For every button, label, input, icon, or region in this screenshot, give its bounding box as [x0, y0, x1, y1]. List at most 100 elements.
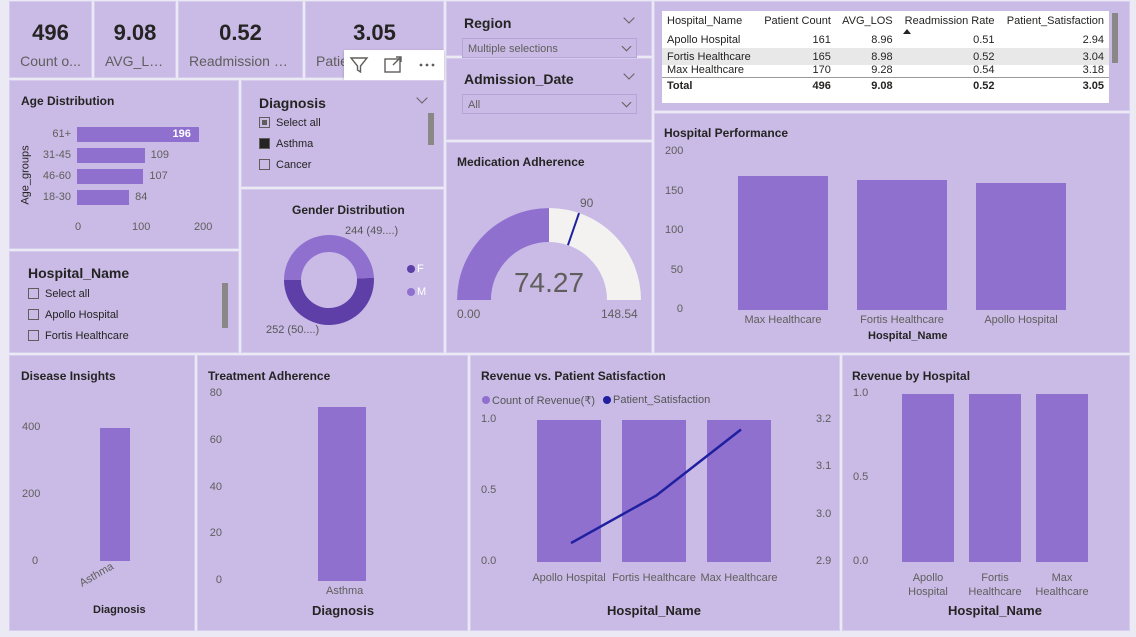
medication-adherence-gauge[interactable]: Medication Adherence 74.27 0.00 148.54 9… — [446, 142, 652, 353]
axis-tick: 0 — [215, 574, 222, 586]
category-label: Asthma — [326, 585, 364, 597]
kpi-value: 3.05 — [353, 20, 396, 45]
legend-dot-revenue — [482, 396, 490, 404]
data-label: 107 — [149, 170, 168, 182]
bar-46-60[interactable] — [77, 169, 144, 184]
filter-icon[interactable] — [348, 54, 370, 76]
table-header[interactable]: Hospital_Name — [662, 11, 758, 31]
table-row[interactable]: Max Healthcare 170 9.28 0.54 3.18 — [662, 65, 1109, 77]
age-distribution-chart[interactable]: Age Distribution Age_groups 61+ 196 31-45 1… — [9, 80, 239, 249]
checkbox-cancer[interactable] — [259, 159, 270, 170]
chevron-down-icon[interactable] — [623, 12, 635, 24]
category-label: Asthma — [77, 560, 116, 590]
chevron-down-icon[interactable] — [416, 92, 428, 104]
chevron-down-icon[interactable] — [623, 68, 635, 80]
table-header[interactable]: AVG_LOS — [836, 11, 898, 31]
slicer-scrollbar[interactable] — [222, 283, 228, 328]
checkbox-fortis[interactable] — [28, 330, 39, 341]
revenue-vs-satisfaction-chart[interactable]: Revenue vs. Patient Satisfaction Count o… — [470, 355, 840, 631]
table-row[interactable]: Fortis Healthcare 165 8.98 0.52 3.04 — [662, 48, 1109, 65]
chevron-down-icon — [621, 41, 632, 52]
bar-asthma[interactable] — [100, 428, 130, 561]
kpi-label: Count o... — [20, 53, 81, 69]
table-header[interactable]: Patient_Satisfaction — [1000, 11, 1109, 31]
axis-title: Age_groups — [19, 145, 32, 205]
diagnosis-slicer[interactable]: Diagnosis Select all Asthma Cancer — [241, 80, 444, 187]
table-row[interactable]: Apollo Hospital 161 8.96 0.51 2.94 — [662, 31, 1109, 48]
disease-insights-chart[interactable]: Disease Insights 400 200 0 Asthma Diagno… — [9, 355, 195, 631]
more-options-icon[interactable] — [416, 54, 438, 76]
table-cell: 3.04 — [999, 48, 1109, 65]
kpi-label: AVG_LOS — [105, 53, 170, 69]
bar-Max Healthcare[interactable] — [707, 420, 771, 562]
axis-tick: 3.0 — [816, 507, 832, 520]
treatment-adherence-chart[interactable]: Treatment Adherence 80 60 40 20 0 Asthma Dia… — [197, 355, 468, 631]
slice-label-f: 244 (49....) — [345, 225, 399, 237]
slicer-scrollbar[interactable] — [428, 113, 434, 145]
table-cell: 9.08 — [835, 76, 898, 94]
table-header[interactable]: Patient Count — [758, 11, 836, 31]
axis-tick: 0.0 — [481, 555, 497, 567]
checkbox-select-all[interactable] — [259, 117, 270, 128]
table-cell: 0.52 — [897, 48, 1000, 65]
axis-tick: 2.9 — [816, 555, 832, 567]
region-slicer[interactable]: Region Multiple selections — [446, 1, 652, 58]
legend-label-m: M — [417, 286, 427, 298]
bar-Fortis Healthcare[interactable] — [969, 394, 1021, 562]
kpi-card-avg-los[interactable]: 9.08 AVG_LOS — [94, 1, 176, 78]
kpi-card-readmission[interactable]: 0.52 Readmission R... — [178, 1, 303, 78]
axis-tick: 100 — [665, 224, 684, 236]
axis-tick: 200 — [194, 221, 213, 233]
category-label: 18-30 — [42, 191, 71, 203]
bar-Apollo Hospital[interactable] — [976, 182, 1066, 310]
axis-tick: 20 — [209, 527, 222, 540]
dropdown-value: Multiple selections — [468, 43, 558, 55]
table-cell: Total — [662, 76, 758, 94]
bar-asthma[interactable] — [318, 407, 366, 581]
axis-tick: 200 — [665, 145, 684, 157]
revenue-by-hospital-chart[interactable]: Revenue by Hospital 1.0 0.5 0.0 Apollo Hos… — [842, 355, 1130, 631]
focus-mode-icon[interactable] — [382, 54, 404, 76]
table-scrollbar[interactable] — [1112, 13, 1118, 63]
checkbox-label: Apollo Hospital — [45, 309, 119, 321]
axis-tick: 0 — [75, 221, 82, 233]
table-grid: Hospital_Name Patient Count AVG_LOS Read… — [662, 11, 1109, 94]
hospital-name-slicer[interactable]: Hospital_Name Select all Apollo Hospital… — [9, 251, 239, 353]
axis-tick: 0.0 — [853, 555, 869, 567]
table-cell: Max Healthcare — [667, 65, 745, 76]
chart-title: Revenue vs. Patient Satisfaction — [481, 369, 666, 383]
legend-label-f: F — [417, 263, 424, 275]
region-dropdown[interactable]: Multiple selections — [462, 38, 637, 58]
bar-Apollo Hospital[interactable] — [537, 420, 601, 562]
kpi-card-count[interactable]: 496 Count o... — [9, 1, 92, 78]
bar-Fortis Healthcare[interactable] — [622, 420, 686, 562]
axis-title: Hospital_Name — [948, 603, 1042, 618]
gender-distribution-chart[interactable]: Gender Distribution 244 (49....) 252 (50… — [241, 189, 444, 353]
bar-18-30[interactable] — [77, 190, 130, 205]
legend-label: Count of Revenue(₹) — [492, 395, 595, 407]
category-label: Fortis Healthcare — [968, 572, 1022, 598]
bar-31-45[interactable] — [77, 148, 145, 163]
table-header[interactable]: Readmission Rate — [898, 11, 1000, 31]
bar-Apollo Hospital[interactable] — [902, 394, 954, 562]
axis-tick: 100 — [132, 221, 151, 233]
bar-Fortis Healthcare[interactable] — [857, 179, 947, 310]
slice-label-m: 252 (50....) — [266, 324, 320, 336]
checkbox-apollo[interactable] — [28, 309, 39, 320]
bar-Max Healthcare[interactable] — [1036, 394, 1088, 562]
hospital-table[interactable]: Hospital_Name Patient Count AVG_LOS Read… — [654, 1, 1130, 111]
checkbox-asthma[interactable] — [259, 138, 270, 149]
bar-Max Healthcare[interactable] — [738, 175, 828, 310]
admission-dropdown[interactable]: All — [462, 94, 637, 114]
axis-tick: 3.2 — [816, 413, 832, 425]
table-cell: 161 — [812, 33, 831, 46]
chart-title: Treatment Adherence — [208, 369, 331, 383]
hospital-performance-chart[interactable]: Hospital Performance 200 150 100 50 0 Max He… — [654, 113, 1130, 353]
chart-title: Disease Insights — [21, 369, 116, 383]
admission-date-slicer[interactable]: Admission_Date All — [446, 58, 652, 140]
data-label: 84 — [135, 191, 148, 203]
category-label: 46-60 — [42, 170, 71, 182]
checkbox-select-all[interactable] — [28, 288, 39, 299]
table-cell: 8.96 — [871, 33, 893, 46]
chart-title: Hospital Performance — [664, 126, 789, 140]
